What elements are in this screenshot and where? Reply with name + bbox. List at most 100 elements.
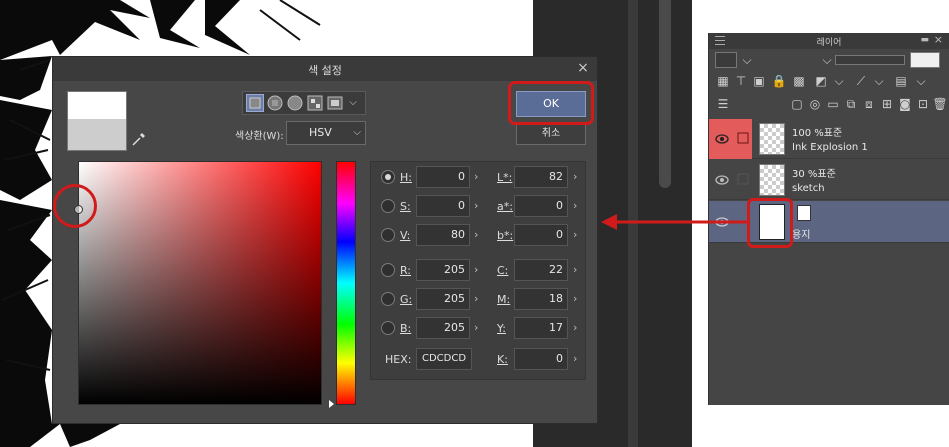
layer-row[interactable]: 30 %표준 sketch	[709, 160, 949, 200]
ruler-icon[interactable]: ⟋	[853, 73, 869, 89]
chevron-right-icon[interactable]: ›	[573, 321, 577, 334]
saturation-value-field[interactable]	[78, 161, 322, 405]
value-input-r[interactable]: 205	[416, 259, 470, 281]
value-label-b-star: b*:	[497, 229, 514, 242]
chevron-right-icon[interactable]: ›	[474, 263, 478, 276]
lock-transparent-icon[interactable]: ▦	[715, 73, 731, 89]
radio-g[interactable]	[381, 292, 395, 306]
merge-down-icon[interactable]: ⊞	[879, 96, 895, 112]
value-label-a: a*:	[497, 200, 513, 213]
dialog-title-bar[interactable]: 색 설정 ×	[53, 57, 597, 81]
ring-square-icon[interactable]	[266, 94, 284, 112]
chevron-down-icon[interactable]: ⌵	[343, 94, 363, 112]
chevron-down-icon[interactable]: ⌵	[871, 73, 887, 89]
chevron-right-icon[interactable]: ›	[474, 170, 478, 183]
value-row-r: R: 205 › C: 22 ›	[381, 259, 581, 283]
layer-thumbnail	[759, 164, 785, 196]
hue-pointer-icon[interactable]	[329, 400, 334, 408]
reference-icon[interactable]: ▣	[751, 73, 767, 89]
new-raster-layer-icon[interactable]: ▢	[789, 96, 805, 112]
chevron-right-icon[interactable]: ›	[573, 352, 577, 365]
opacity-slider[interactable]	[835, 55, 905, 65]
new-vector-layer-icon[interactable]: ◎	[807, 96, 823, 112]
lock-icon[interactable]: 🔒	[771, 73, 787, 89]
value-input-k[interactable]: 0	[514, 348, 568, 370]
layer-lock-toggle[interactable]	[735, 119, 752, 159]
gutter-bottom	[708, 405, 949, 447]
transfer-down-icon[interactable]: ⧈	[861, 96, 877, 112]
value-label-k: K:	[497, 353, 508, 366]
clip-icon[interactable]: ⊤	[733, 73, 749, 89]
circle-icon[interactable]	[286, 94, 304, 112]
main-color-swatch[interactable]	[67, 91, 127, 119]
layer-list-icon[interactable]: ☰	[715, 96, 731, 112]
layer-color-swatch[interactable]	[910, 52, 940, 68]
sub-color-swatch[interactable]	[67, 119, 127, 151]
chevron-right-icon[interactable]: ›	[573, 263, 577, 276]
close-icon[interactable]: ×	[934, 33, 943, 46]
value-label-y: Y:	[497, 322, 506, 335]
chevron-down-icon[interactable]: ⌵	[831, 73, 847, 89]
hue-slider[interactable]	[336, 161, 356, 405]
visibility-eye-icon[interactable]	[709, 160, 735, 200]
chevron-down-icon[interactable]: ⌵	[739, 52, 755, 68]
mask-create-icon[interactable]: ◙	[897, 96, 913, 112]
cancel-button[interactable]: 취소	[516, 123, 586, 145]
value-input-b[interactable]: 205	[416, 317, 470, 339]
chevron-right-icon[interactable]: ›	[474, 292, 478, 305]
radio-s[interactable]	[381, 199, 395, 213]
radio-b[interactable]	[381, 321, 395, 335]
chevron-down-icon[interactable]: ⌵	[913, 73, 929, 89]
close-icon[interactable]: ×	[575, 60, 591, 76]
value-input-y[interactable]: 17	[514, 317, 568, 339]
value-input-a[interactable]: 0	[514, 195, 568, 217]
duplicate-layer-icon[interactable]: ⧉	[843, 96, 859, 112]
paper-layer-icon	[797, 205, 811, 221]
alpha-lock-icon[interactable]: ▩	[791, 73, 807, 89]
layer-name: 용지	[792, 230, 811, 241]
dots-icon[interactable]	[306, 94, 324, 112]
chevron-down-icon[interactable]: ⌵	[819, 52, 835, 68]
value-label-v: V:	[400, 229, 411, 242]
film-icon[interactable]	[326, 94, 344, 112]
value-input-m[interactable]: 18	[514, 288, 568, 310]
trash-icon[interactable]: 🗑	[932, 96, 948, 112]
scrollbar-thumb[interactable]	[659, 0, 671, 188]
value-input-h[interactable]: 0	[416, 166, 470, 188]
color-icon[interactable]: ▤	[893, 73, 909, 89]
apply-mask-icon[interactable]: ⊡	[915, 96, 931, 112]
layer-panel-title-bar[interactable]: 레이어 ▬ ×	[709, 33, 949, 49]
visibility-eye-icon[interactable]	[709, 119, 735, 159]
eyedropper-icon[interactable]	[131, 131, 147, 147]
chevron-right-icon[interactable]: ›	[573, 170, 577, 183]
square-icon[interactable]	[246, 94, 264, 112]
value-input-s[interactable]: 0	[416, 195, 470, 217]
value-input-c[interactable]: 22	[514, 259, 568, 281]
chevron-right-icon[interactable]: ›	[474, 228, 478, 241]
layer-row[interactable]: 100 %표준 Ink Explosion 1	[709, 119, 949, 159]
layer-lock-toggle[interactable]	[735, 160, 752, 200]
chevron-right-icon[interactable]: ›	[474, 321, 478, 334]
layer-list-empty	[709, 244, 949, 405]
value-input-b-star[interactable]: 0	[514, 224, 568, 246]
chevron-right-icon[interactable]: ›	[573, 228, 577, 241]
value-input-l[interactable]: 82	[514, 166, 568, 188]
value-row-b: B: 205 › Y: 17 ›	[381, 317, 581, 341]
collapse-icon[interactable]: ▬	[920, 35, 929, 45]
radio-h[interactable]	[381, 170, 395, 184]
layer-blend-label: 100 %표준	[792, 128, 843, 139]
chevron-right-icon[interactable]: ›	[573, 292, 577, 305]
value-input-v[interactable]: 80	[416, 224, 470, 246]
colorspace-select[interactable]: HSV ⌵	[286, 121, 366, 145]
chevron-right-icon[interactable]: ›	[474, 199, 478, 212]
new-folder-icon[interactable]: ▭	[825, 96, 841, 112]
mask-icon[interactable]: ◩	[813, 73, 829, 89]
colorspace-label: 색상환(W):	[235, 131, 284, 142]
blend-mode-square-icon[interactable]	[715, 52, 737, 68]
chevron-right-icon[interactable]: ›	[573, 199, 577, 212]
value-input-g[interactable]: 205	[416, 288, 470, 310]
radio-r[interactable]	[381, 263, 395, 277]
radio-v[interactable]	[381, 228, 395, 242]
layer-panel-title: 레이어	[816, 38, 842, 48]
hex-input[interactable]: CDCDCD	[416, 348, 472, 370]
